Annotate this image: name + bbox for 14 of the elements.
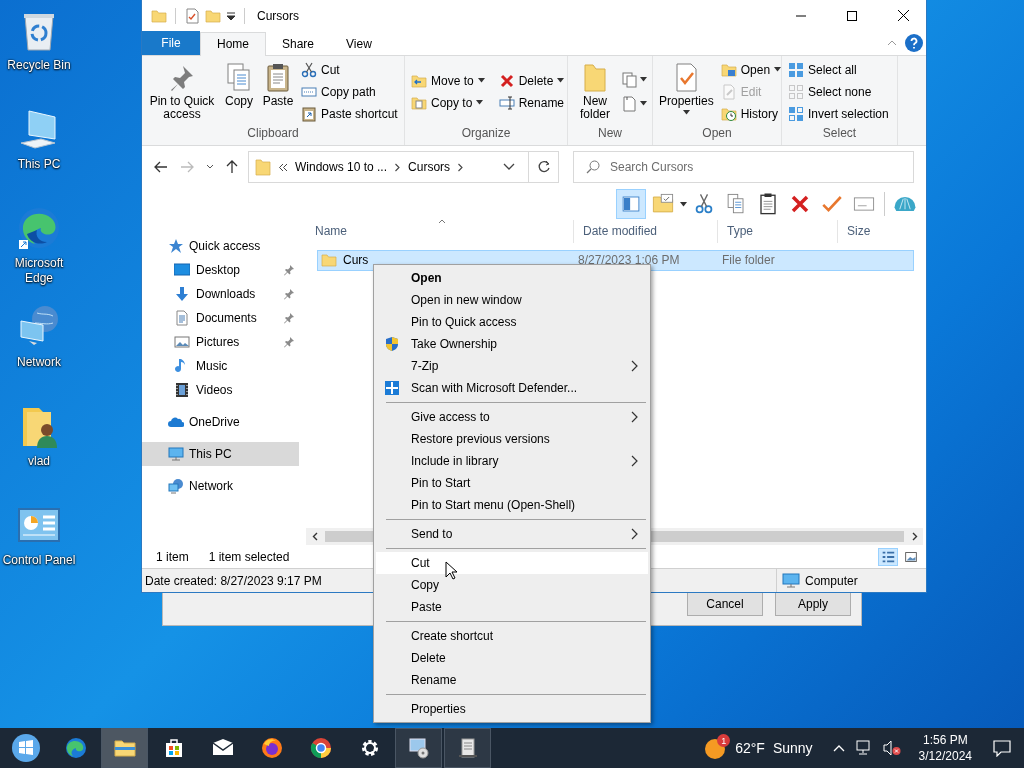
weather-badge: 1 — [717, 734, 731, 747]
group-label: Organize — [460, 124, 512, 142]
selection-count: 1 item selected — [208, 549, 290, 564]
group-label: Select — [821, 124, 858, 142]
item-count: 1 item — [156, 549, 189, 564]
date-modified: 8/27/2023 1:06 PM — [578, 253, 680, 268]
file-type: File folder — [722, 253, 775, 268]
file-name: Curs — [343, 253, 369, 268]
location-text: Computer — [805, 573, 858, 588]
group-label: Clipboard — [246, 124, 300, 142]
details-text: Date created: 8/27/2023 9:17 PM — [145, 573, 322, 588]
group-label: Open — [701, 124, 733, 142]
group-label: New — [597, 124, 623, 142]
window-title: Cursors — [257, 8, 299, 23]
